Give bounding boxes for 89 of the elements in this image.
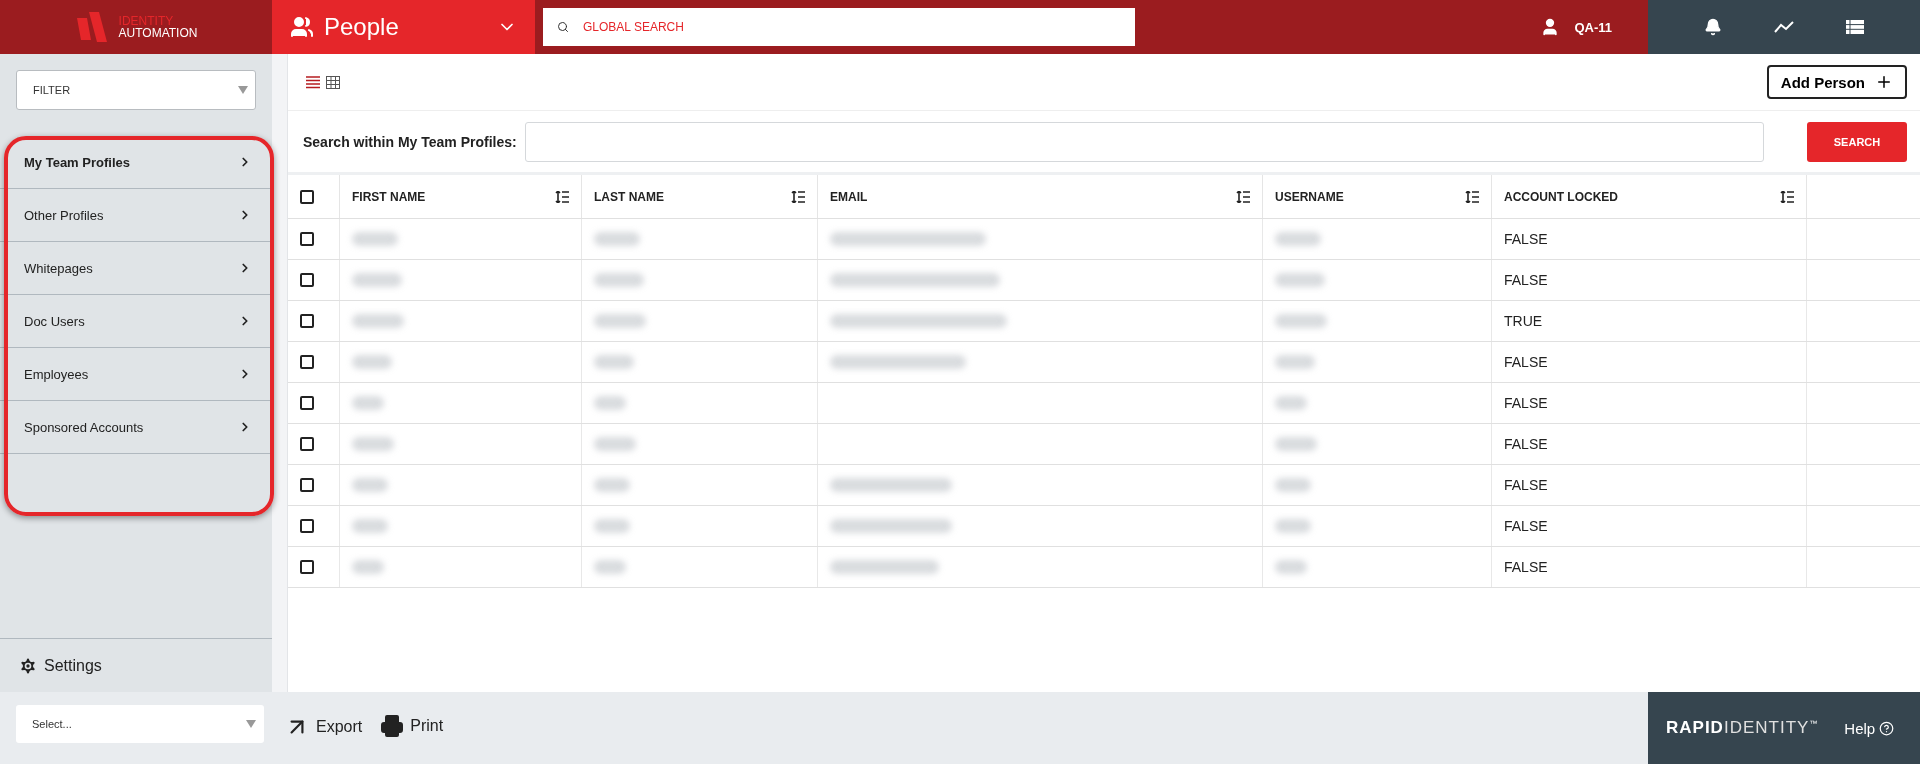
sort-icon[interactable] [1236, 190, 1250, 203]
blurred-text [352, 355, 392, 369]
checkbox[interactable] [300, 478, 314, 492]
column-header[interactable]: ACCOUNT LOCKED [1504, 189, 1618, 204]
sidebar-item[interactable]: Sponsored Accounts [0, 401, 272, 454]
blurred-text [594, 232, 640, 246]
plus-icon [1875, 73, 1893, 91]
blurred-text [1275, 396, 1307, 410]
checkbox[interactable] [300, 314, 314, 328]
column-header[interactable]: FIRST NAME [352, 189, 426, 204]
blurred-text [352, 437, 394, 451]
blurred-text [352, 560, 384, 574]
blurred-text [1275, 478, 1311, 492]
blurred-text [594, 560, 626, 574]
people-icon [290, 15, 314, 39]
sort-icon[interactable] [1465, 190, 1479, 203]
blurred-text [1275, 437, 1317, 451]
table-cell: TRUE [1504, 313, 1543, 329]
help-link[interactable]: Help [1844, 719, 1895, 737]
table-cell: FALSE [1504, 395, 1548, 411]
checkbox[interactable] [300, 437, 314, 451]
blurred-text [352, 478, 388, 492]
select-field[interactable]: Select... [16, 705, 264, 743]
list-icon[interactable] [1846, 20, 1865, 34]
blurred-text [594, 478, 630, 492]
sidebar-item[interactable]: Other Profiles [0, 189, 272, 242]
help-icon [1879, 720, 1895, 736]
blurred-text [352, 273, 402, 287]
checkbox[interactable] [300, 396, 314, 410]
grid-view-icon[interactable] [326, 75, 340, 89]
blurred-text [352, 314, 404, 328]
blurred-text [1275, 355, 1315, 369]
blurred-text [1275, 273, 1325, 287]
sidebar-item[interactable]: Whitepages [0, 242, 272, 295]
sidebar-item[interactable]: My Team Profiles [0, 136, 272, 189]
sidebar-item[interactable]: Doc Users [0, 295, 272, 348]
table-cell: FALSE [1504, 518, 1548, 534]
brand-logo: RAPIDIDENTITY$^{™}$ [1666, 718, 1819, 738]
table-cell: FALSE [1504, 559, 1548, 575]
dropdown-icon [238, 86, 248, 94]
blurred-text [594, 355, 634, 369]
blurred-text [1275, 314, 1327, 328]
search-field[interactable] [524, 121, 1764, 162]
sort-icon[interactable] [791, 190, 805, 203]
column-header[interactable]: EMAIL [830, 189, 868, 204]
module-menu[interactable]: People [272, 0, 535, 54]
blurred-text [1275, 519, 1311, 533]
table-cell: FALSE [1504, 477, 1548, 493]
print-button[interactable]: Print [380, 714, 444, 738]
blurred-text [352, 519, 388, 533]
blurred-text [1275, 232, 1321, 246]
sidebar-item[interactable]: Employees [0, 348, 272, 401]
filter-select[interactable]: FILTER [16, 70, 256, 110]
global-search-field[interactable]: GLOBAL SEARCH [543, 8, 1135, 46]
column-header[interactable]: USERNAME [1275, 189, 1344, 204]
logo-text: AUTOMATION [118, 27, 198, 39]
add-person-button[interactable]: Add Person [1766, 65, 1907, 99]
checkbox[interactable] [300, 560, 314, 574]
checkbox[interactable] [300, 273, 314, 287]
blurred-text [594, 314, 646, 328]
bell-icon[interactable] [1703, 18, 1722, 36]
logo-text: IDENTITY [118, 15, 175, 27]
gear-icon [18, 655, 38, 676]
dropdown-icon [246, 720, 256, 728]
list-view-icon[interactable] [306, 75, 320, 89]
checkbox[interactable] [300, 189, 314, 204]
checkbox[interactable] [300, 355, 314, 369]
blurred-text [594, 519, 630, 533]
table-cell: FALSE [1504, 272, 1548, 288]
blurred-text [352, 396, 384, 410]
export-button[interactable]: Export [284, 714, 363, 740]
search-label: Search within My Team Profiles: [303, 133, 517, 150]
checkbox[interactable] [300, 232, 314, 246]
table-cell: FALSE [1504, 231, 1548, 247]
search-icon [557, 21, 569, 33]
sort-icon[interactable] [555, 190, 569, 203]
search-button[interactable]: SEARCH [1807, 121, 1907, 162]
table-cell: FALSE [1504, 354, 1548, 370]
blurred-text [594, 273, 644, 287]
blurred-text [352, 232, 398, 246]
trend-icon[interactable] [1773, 20, 1795, 34]
blurred-text [594, 437, 636, 451]
table-cell: FALSE [1504, 436, 1548, 452]
user-name[interactable]: QA-11 [1574, 19, 1612, 35]
blurred-text [1275, 560, 1307, 574]
checkbox[interactable] [300, 519, 314, 533]
column-header[interactable]: LAST NAME [594, 189, 664, 204]
blurred-text [594, 396, 626, 410]
sort-icon[interactable] [1780, 190, 1794, 203]
